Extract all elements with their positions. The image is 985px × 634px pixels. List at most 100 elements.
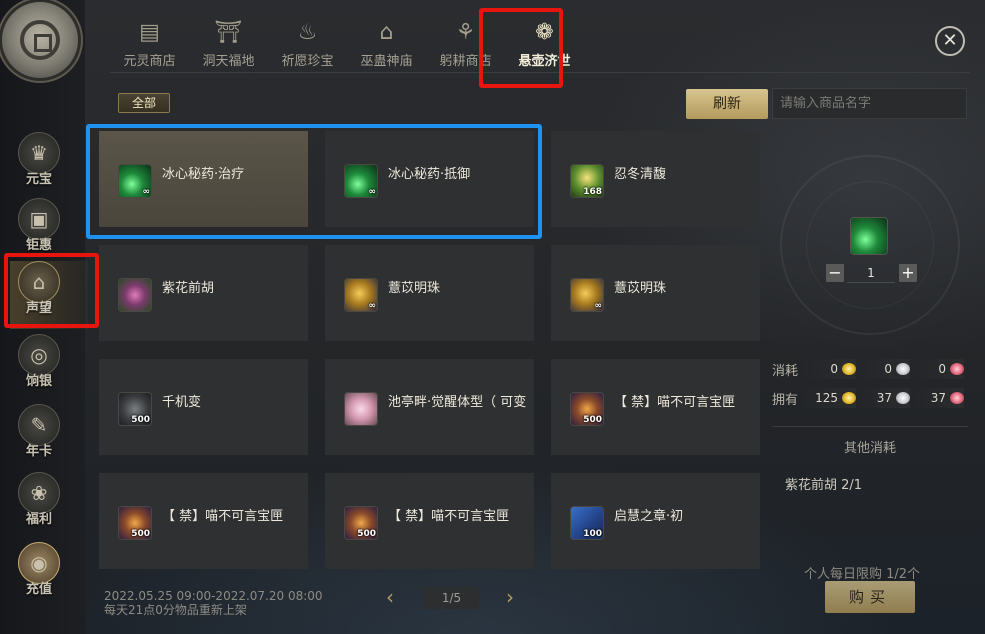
owned-label: 拥有: [772, 392, 799, 408]
green-potion-icon: ∞: [118, 164, 152, 198]
other-cost-divider: [772, 426, 968, 427]
tab-qiyuan-zhenbao[interactable]: ♨ 祈愿珍宝: [268, 12, 347, 72]
quantity-input[interactable]: [847, 263, 895, 283]
sidebar-label: 钜惠: [25, 238, 52, 253]
tab-label: 巫蛊神庙: [360, 54, 413, 69]
item-cell[interactable]: ∞ 薏苡明珠: [325, 245, 534, 341]
item-name: 薏苡明珠: [388, 281, 441, 296]
item-count: 100: [583, 529, 602, 539]
other-cost-title: 其他消耗: [843, 441, 896, 456]
cost-silver-value: 0: [884, 362, 892, 376]
sidebar-item-annual-card[interactable]: ✎ 年卡: [10, 404, 68, 472]
item-cell[interactable]: 100 启慧之章·初: [551, 473, 760, 569]
item-name: 紫花前胡: [162, 281, 215, 296]
item-count: 168: [583, 187, 602, 197]
item-cell[interactable]: 500 【 禁】喵不可言宝匣: [325, 473, 534, 569]
quantity-decrease-button[interactable]: −: [826, 264, 844, 282]
search-input[interactable]: [772, 88, 967, 119]
owned-silver: 37: [856, 388, 910, 408]
gold-coin-icon: [842, 392, 856, 404]
owned-row: 拥有 125 37 37: [772, 388, 968, 408]
item-cell[interactable]: ∞ 冰心秘药·治疗: [99, 131, 308, 227]
pink-outfit-icon: [344, 392, 378, 426]
tab-xuanhu-jishi[interactable]: ❁ 悬壶济世: [505, 12, 584, 72]
item-name: 【 禁】喵不可言宝匣: [614, 395, 736, 410]
sidebar-item-deals[interactable]: ▣ 钜惠: [10, 198, 68, 266]
sidebar-item-recharge[interactable]: ◉ 充值: [10, 542, 68, 610]
buy-button[interactable]: 购买: [825, 581, 915, 613]
item-count: 500: [357, 529, 376, 539]
tab-label: 躬耕商店: [439, 54, 492, 69]
sale-period-dates: 2022.05.25 09:00-2022.07.20 08:00: [104, 589, 323, 603]
tab-label: 祈愿珍宝: [281, 54, 334, 69]
tab-dongtian-fudi[interactable]: ⛩ 洞天福地: [189, 12, 268, 72]
cost-gold-value: 0: [830, 362, 838, 376]
sidebar-label: 元宝: [25, 172, 52, 187]
quantity-increase-button[interactable]: +: [899, 264, 917, 282]
sidebar-label: 充值: [25, 582, 52, 597]
cost-silver: 0: [856, 359, 910, 379]
item-cell[interactable]: 168 忍冬清馥: [551, 131, 760, 227]
cost-row: 消耗 0 0 0: [772, 359, 968, 379]
sidebar-label: 年卡: [25, 444, 52, 459]
tabs-divider: [110, 72, 970, 73]
sidebar-item-welfare[interactable]: ❀ 福利: [10, 472, 68, 540]
item-cell[interactable]: ∞ 冰心秘药·抵御: [325, 131, 534, 227]
item-count: 500: [131, 529, 150, 539]
item-cell[interactable]: 紫花前胡: [99, 245, 308, 341]
item-name: 冰心秘药·抵御: [388, 167, 471, 182]
cost-red: 0: [910, 359, 964, 379]
treasure-icon: ♨: [297, 20, 318, 45]
cat-box-icon: 500: [118, 506, 152, 540]
close-button[interactable]: ✕: [935, 26, 965, 56]
item-cell[interactable]: 池亭畔·觉醒体型（ 可变: [325, 359, 534, 455]
farm-icon: ⚘: [455, 20, 476, 45]
item-name: 忍冬清馥: [614, 167, 667, 182]
item-count: 500: [583, 415, 602, 425]
sidebar-item-coin[interactable]: ◎ 饷银: [10, 334, 68, 402]
close-icon: ✕: [942, 30, 958, 51]
other-cost-item: 紫花前胡 2/1: [785, 478, 863, 493]
sidebar-label: 饷银: [25, 374, 52, 389]
sidebar-item-ingot[interactable]: ♛ 元宝: [10, 132, 68, 200]
tab-wugu-shenmiao[interactable]: ⌂ 巫蛊神庙: [347, 12, 426, 72]
cat-box-icon: 500: [344, 506, 378, 540]
silver-coin-icon: [896, 363, 910, 375]
item-name: 薏苡明珠: [614, 281, 667, 296]
tab-yuanling-shop[interactable]: ▤ 元灵商店: [110, 12, 189, 72]
silver-coin-icon: [896, 392, 910, 404]
chevron-right-icon: ›: [506, 585, 514, 609]
temple-icon: ⌂: [379, 20, 394, 45]
lotus-icon: ❁: [535, 20, 554, 45]
restock-note: 每天21点0分物品重新上架: [104, 603, 247, 617]
item-count: 500: [131, 415, 150, 425]
owned-gold-value: 125: [815, 391, 838, 405]
honeysuckle-icon: 168: [570, 164, 604, 198]
item-cell[interactable]: 500 【 禁】喵不可言宝匣: [99, 473, 308, 569]
daily-limit: 个人每日限购 1/2个: [803, 567, 920, 582]
sale-period: 2022.05.25 09:00-2022.07.20 08:00 每天21点0…: [104, 589, 323, 617]
red-coin-icon: [950, 363, 964, 375]
gold-coin-icon: [842, 363, 856, 375]
item-name: 冰心秘药·治疗: [162, 167, 245, 182]
sidebar-item-reputation[interactable]: ⌂ 声望: [10, 261, 88, 329]
filter-all-tag[interactable]: 全部: [118, 93, 170, 113]
cost-gold: 0: [802, 359, 856, 379]
refresh-button[interactable]: 刷新: [686, 89, 768, 119]
item-name: 千机变: [162, 395, 202, 410]
item-name: 【 禁】喵不可言宝匣: [388, 509, 510, 524]
cost-label: 消耗: [772, 363, 799, 379]
item-count: ∞: [142, 187, 151, 197]
item-grid: ∞ 冰心秘药·治疗 ∞ 冰心秘药·抵御 168 忍冬清馥 紫花前胡 ∞ 薏苡明珠…: [99, 131, 761, 569]
next-page-button[interactable]: ›: [500, 587, 520, 607]
item-count: ∞: [368, 187, 377, 197]
sidebar-label: 声望: [26, 301, 53, 316]
item-cell[interactable]: 500 千机变: [99, 359, 308, 455]
item-cell[interactable]: 500 【 禁】喵不可言宝匣: [551, 359, 760, 455]
item-cell[interactable]: ∞ 薏苡明珠: [551, 245, 760, 341]
tab-gonggeng-shop[interactable]: ⚘ 躬耕商店: [426, 12, 505, 72]
item-count: ∞: [368, 301, 377, 311]
prev-page-button[interactable]: ‹: [380, 587, 400, 607]
game-logo-icon[interactable]: [2, 2, 78, 78]
red-coin-icon: [950, 392, 964, 404]
